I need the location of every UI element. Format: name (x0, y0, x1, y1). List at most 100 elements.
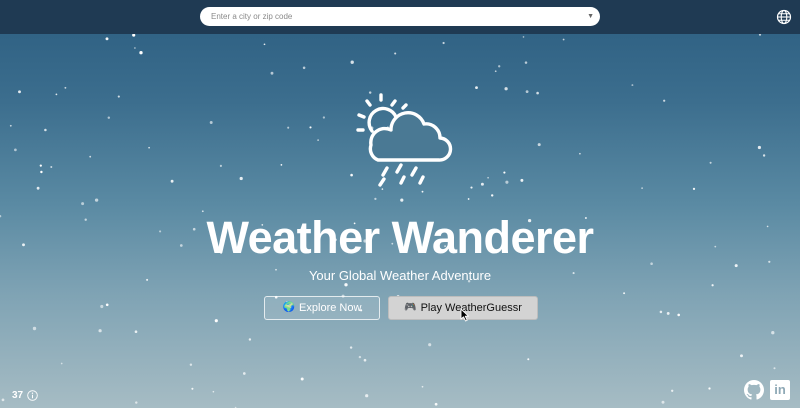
snowflake (467, 198, 470, 200)
snowflake (14, 148, 17, 152)
snowflake (536, 91, 539, 95)
globe-icon[interactable] (776, 9, 792, 25)
snowflake (771, 331, 775, 335)
snowflake (170, 179, 174, 183)
snowflake (480, 182, 484, 186)
snowflake (287, 126, 290, 129)
snowflake (239, 176, 243, 181)
search-box[interactable]: ▼ (200, 7, 600, 26)
snowflake (421, 385, 424, 388)
snowflake (579, 152, 581, 155)
snowflake (350, 60, 354, 64)
snowflake (421, 190, 424, 193)
snowflake (711, 284, 714, 287)
snowflake (117, 95, 120, 98)
snowflake (442, 41, 445, 45)
snowflake (40, 170, 43, 174)
snowflake (520, 178, 524, 182)
snowflake (708, 387, 711, 390)
snowflake (381, 188, 384, 190)
snowflake (100, 304, 104, 309)
snowflake (263, 43, 266, 46)
snowflake (709, 161, 712, 164)
snowflake (300, 377, 304, 381)
snowflake (55, 93, 58, 96)
snowflake (349, 346, 353, 349)
explore-now-label: Explore Now (299, 302, 362, 314)
snowflake (475, 86, 478, 90)
search-input[interactable] (211, 8, 571, 25)
mouse-pointer-icon (460, 308, 469, 322)
explore-now-button[interactable]: 🌍 Explore Now (264, 296, 380, 320)
snowflake (470, 186, 473, 189)
caret-down-icon[interactable]: ▼ (587, 7, 594, 26)
snowflake (242, 372, 246, 375)
snowflake (562, 38, 565, 41)
snowflake (773, 367, 776, 370)
snowflake (1, 398, 5, 402)
snowflake (134, 47, 136, 49)
info-icon[interactable] (27, 390, 38, 401)
snowflake (365, 394, 369, 398)
snowflake (280, 164, 283, 166)
snowflake (663, 99, 666, 102)
github-icon[interactable] (744, 380, 764, 400)
snowflake (490, 194, 494, 197)
visitor-count: 37 (12, 390, 24, 401)
snowflake (50, 165, 53, 169)
snowflake (374, 197, 377, 201)
snowflake (189, 363, 193, 366)
snowflake (219, 164, 222, 167)
snowflake (394, 52, 397, 55)
snowflake (525, 90, 529, 94)
snowflake (757, 145, 761, 150)
snowflake (39, 164, 42, 167)
snowflake (309, 126, 312, 129)
snowflake (60, 362, 63, 365)
snowflake (270, 71, 274, 75)
snowflake (358, 355, 362, 359)
snowflake (671, 389, 674, 392)
snowflake (623, 292, 626, 295)
snowflake (661, 400, 665, 404)
snowflake (132, 34, 136, 37)
snowflake (191, 387, 194, 390)
snowflake (524, 61, 528, 64)
snowflake (94, 198, 99, 202)
snowflake (659, 310, 663, 314)
snowflake (135, 401, 138, 404)
snowflake (32, 326, 37, 331)
snowflake (105, 303, 109, 307)
snowflake (107, 116, 111, 119)
snowflake (537, 143, 541, 147)
snowflake (677, 313, 681, 317)
snowflake (505, 180, 509, 184)
snowflake (762, 154, 766, 157)
snowflake (139, 51, 143, 55)
play-weatherguessr-label: Play WeatherGuessr (420, 302, 522, 314)
snowflake (494, 70, 497, 73)
snowflake (36, 186, 40, 190)
snowflake (18, 90, 21, 94)
top-bar: ▼ (0, 0, 800, 34)
snowflake (317, 139, 319, 141)
snowflake (487, 176, 489, 179)
snowflake (81, 202, 85, 206)
snowflake (666, 311, 670, 315)
snowflake (758, 34, 762, 36)
page-title: Weather Wanderer (206, 212, 594, 263)
snowflake (400, 198, 404, 202)
linkedin-icon[interactable]: in (770, 380, 790, 400)
snowflake (498, 65, 501, 68)
snowflake (692, 187, 696, 191)
snowflake (350, 173, 353, 177)
snowflake (740, 354, 743, 358)
snowflake (641, 187, 643, 189)
snowflake (44, 128, 47, 132)
snowflake (522, 36, 525, 38)
page-subtitle: Your Global Weather Adventure (308, 268, 492, 283)
snowflake (428, 343, 432, 347)
sun-cloud-rain-icon (356, 93, 453, 187)
snowflake (734, 264, 738, 268)
snowflake (322, 116, 326, 119)
